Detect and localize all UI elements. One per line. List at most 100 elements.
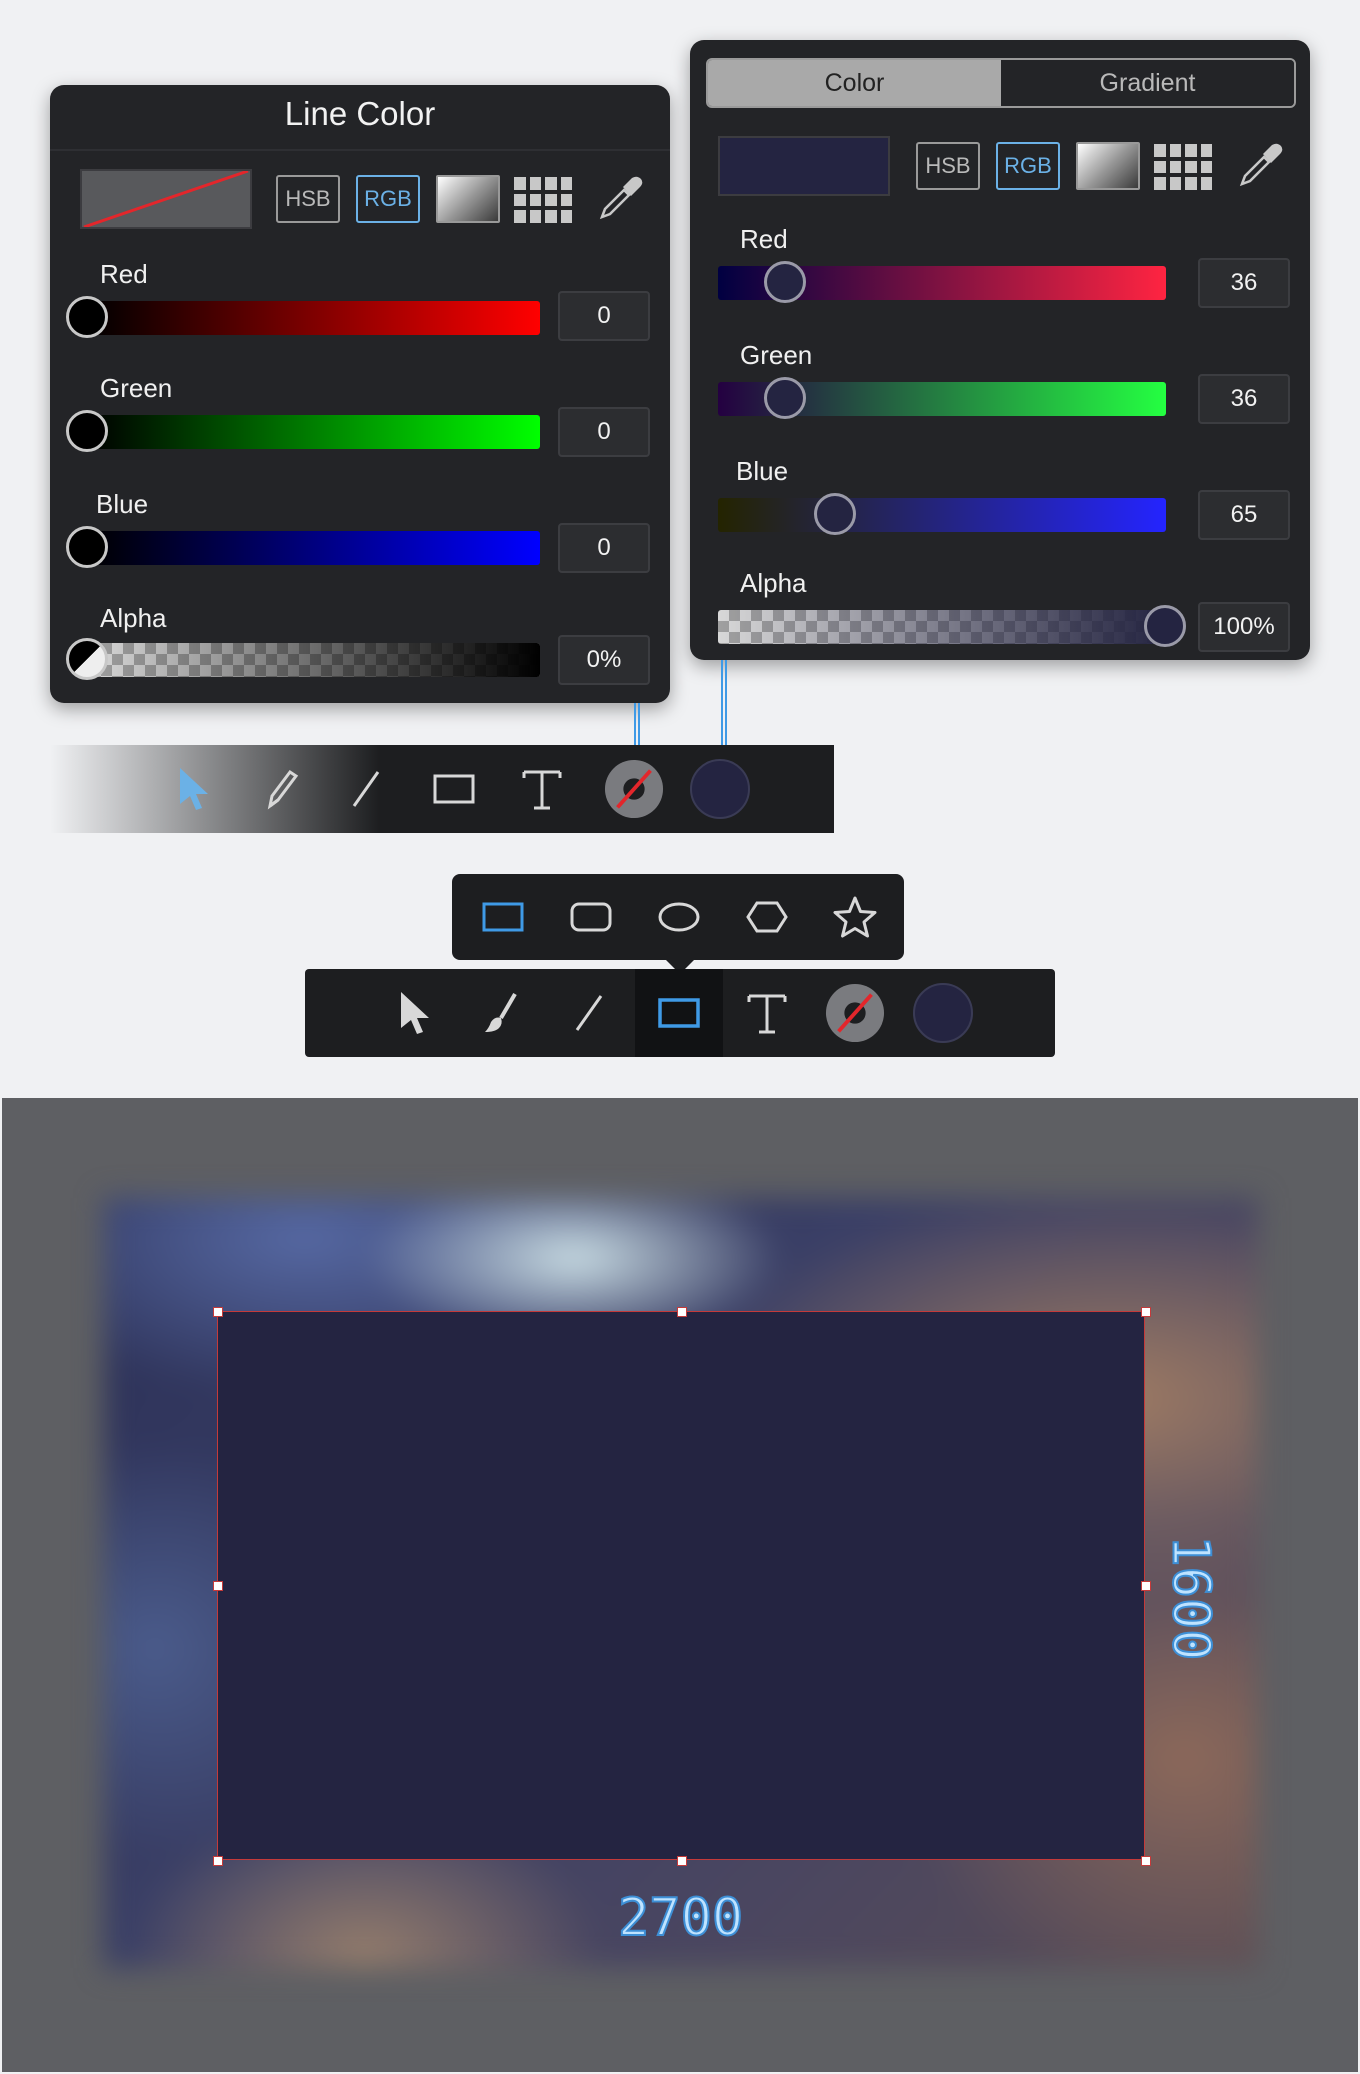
pencil-icon	[267, 769, 299, 810]
alpha-label: Alpha	[740, 568, 807, 598]
blue-value-field[interactable]: 0	[558, 523, 650, 573]
drawn-rectangle[interactable]	[217, 1311, 1145, 1860]
tab-gradient[interactable]: Gradient	[1001, 60, 1294, 106]
rectangle-icon	[482, 902, 524, 932]
line-color-ring-icon	[825, 983, 885, 1043]
resize-handle[interactable]	[213, 1307, 223, 1317]
red-slider-knob[interactable]	[764, 261, 806, 303]
line-tool-button[interactable]	[559, 983, 619, 1043]
fill-color-tool-button[interactable]	[690, 759, 750, 819]
toolbar-top	[50, 745, 834, 833]
swatch-grid-icon[interactable]	[514, 177, 572, 223]
shape-rounded-rectangle-option[interactable]	[560, 886, 622, 948]
green-slider-track[interactable]	[90, 415, 540, 449]
ellipse-icon	[658, 902, 700, 932]
alpha-slider-knob[interactable]	[66, 638, 108, 680]
resize-handle[interactable]	[677, 1307, 687, 1317]
resize-handle[interactable]	[213, 1856, 223, 1866]
green-slider-knob[interactable]	[66, 410, 108, 452]
fill-color-swatch[interactable]	[718, 136, 890, 196]
shape-ellipse-option[interactable]	[648, 886, 710, 948]
text-tool-button[interactable]	[737, 983, 797, 1043]
rgb-mode-button[interactable]: RGB	[996, 142, 1060, 190]
red-value-field[interactable]: 0	[558, 291, 650, 341]
blue-slider-knob[interactable]	[814, 493, 856, 535]
resize-handle[interactable]	[213, 1581, 223, 1591]
line-color-ring-icon	[604, 759, 664, 819]
blue-label: Blue	[96, 489, 149, 519]
gradient-mode-icon[interactable]	[436, 175, 500, 223]
select-tool-button[interactable]	[164, 759, 224, 819]
hexagon-icon	[746, 901, 788, 933]
alpha-value-field[interactable]: 100%	[1198, 602, 1290, 652]
resize-handle[interactable]	[677, 1856, 687, 1866]
blue-label: Blue	[736, 456, 789, 486]
rounded-rectangle-icon	[570, 902, 612, 932]
resize-handle[interactable]	[1141, 1581, 1151, 1591]
pencil-tool-button[interactable]	[250, 759, 310, 819]
red-value-field[interactable]: 36	[1198, 258, 1290, 308]
resize-handle[interactable]	[1141, 1856, 1151, 1866]
line-color-swatch[interactable]	[80, 169, 252, 229]
line-tool-button[interactable]	[336, 759, 396, 819]
blue-slider-track[interactable]	[90, 531, 540, 565]
fill-color-panel: Color Gradient HSB RGB Red 36 Green 36 B…	[690, 40, 1310, 660]
rectangle-icon	[658, 998, 700, 1028]
green-slider-knob[interactable]	[764, 377, 806, 419]
width-measurement: 2700	[617, 1887, 744, 1949]
select-tool-button[interactable]	[385, 983, 445, 1043]
arrow-cursor-icon	[401, 992, 429, 1034]
green-label: Green	[740, 340, 813, 370]
line-color-tool-button[interactable]	[604, 759, 664, 819]
hsb-mode-button[interactable]: HSB	[276, 175, 340, 223]
gradient-mode-icon[interactable]	[1076, 142, 1140, 190]
hsb-mode-button[interactable]: HSB	[916, 142, 980, 190]
line-icon	[575, 995, 603, 1031]
shape-popup	[452, 874, 904, 960]
text-icon	[747, 994, 787, 1034]
alpha-label: Alpha	[100, 603, 167, 633]
shape-rectangle-option[interactable]	[472, 886, 534, 948]
red-label: Red	[100, 259, 148, 289]
alpha-slider-track[interactable]	[718, 610, 1166, 644]
eyedropper-icon[interactable]	[596, 173, 646, 228]
alpha-slider-track[interactable]	[90, 643, 540, 677]
alpha-slider-knob[interactable]	[1144, 605, 1186, 647]
fill-color-circle	[913, 983, 973, 1043]
eyedropper-icon[interactable]	[1236, 140, 1286, 195]
text-icon	[522, 770, 562, 810]
blue-slider-knob[interactable]	[66, 526, 108, 568]
fill-color-circle	[690, 759, 750, 819]
panel-title: Line Color	[284, 95, 436, 132]
blue-value-field[interactable]: 65	[1198, 490, 1290, 540]
fill-color-tool-button[interactable]	[913, 983, 973, 1043]
arrow-cursor-icon	[180, 768, 208, 810]
height-measurement: 1600	[1160, 1534, 1222, 1661]
swatch-grid-icon[interactable]	[1154, 144, 1212, 190]
brush-tool-button[interactable]	[471, 983, 531, 1043]
resize-handle[interactable]	[1141, 1307, 1151, 1317]
star-icon	[833, 896, 877, 938]
color-gradient-tabs: Color Gradient	[706, 58, 1296, 108]
blue-slider-track[interactable]	[718, 498, 1166, 532]
alpha-value-field[interactable]: 0%	[558, 635, 650, 685]
toolbar-bottom	[305, 969, 1055, 1057]
rectangle-tool-button[interactable]	[424, 759, 484, 819]
brush-icon	[485, 992, 517, 1032]
red-slider-track[interactable]	[90, 301, 540, 335]
canvas-area[interactable]: 2700 1600	[2, 1098, 1358, 2072]
red-label: Red	[740, 224, 788, 254]
green-label: Green	[100, 373, 173, 403]
shape-star-option[interactable]	[824, 886, 886, 948]
line-color-panel: Line Color HSB RGB Red 0 Green 0 Blue 0 …	[50, 85, 670, 703]
rgb-mode-button[interactable]: RGB	[356, 175, 420, 223]
rectangle-icon	[433, 774, 475, 804]
green-value-field[interactable]: 0	[558, 407, 650, 457]
line-color-tool-button[interactable]	[825, 983, 885, 1043]
red-slider-knob[interactable]	[66, 296, 108, 338]
rectangle-tool-button[interactable]	[635, 969, 723, 1057]
shape-hexagon-option[interactable]	[736, 886, 798, 948]
text-tool-button[interactable]	[512, 759, 572, 819]
green-value-field[interactable]: 36	[1198, 374, 1290, 424]
tab-color[interactable]: Color	[708, 60, 1001, 106]
